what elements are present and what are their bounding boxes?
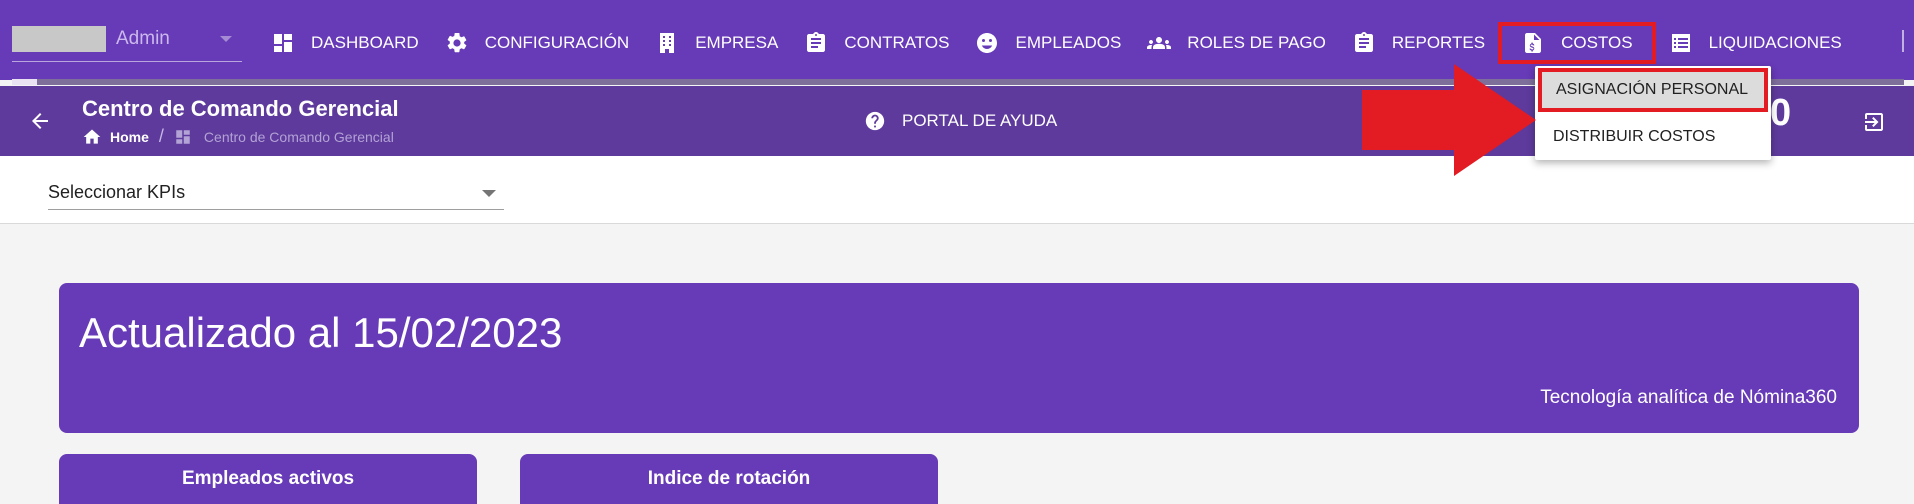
- kpi-select-value: Seleccionar KPIs: [48, 182, 186, 202]
- user-selector[interactable]: Admin: [12, 22, 242, 62]
- kpi-card-indice-rotacion: Indice de rotación: [520, 454, 938, 504]
- breadcrumb-home[interactable]: Home: [82, 127, 149, 147]
- breadcrumb-home-label: Home: [110, 128, 149, 145]
- logout-icon[interactable]: [1862, 110, 1886, 134]
- costos-dropdown-menu: Asignación personal Distribuir costos: [1535, 66, 1771, 160]
- nav-item-configuracion[interactable]: Configuración: [432, 22, 643, 64]
- partial-counter-value: 0: [1770, 92, 1792, 134]
- nav-item-label: Empleados: [1015, 33, 1122, 52]
- chevron-down-icon: [220, 36, 232, 42]
- dashboard-icon: [274, 34, 292, 52]
- main-nav: Dashboard Configuración Empresa Contrato…: [258, 22, 1855, 64]
- nav-item-label: Dashboard: [311, 33, 419, 52]
- clipboard-icon: [1354, 32, 1373, 52]
- kpi-toolbar: Seleccionar KPIs: [0, 156, 1914, 224]
- building-icon: [660, 33, 675, 53]
- breadcrumb: Home / Centro de Comando Gerencial: [82, 126, 394, 147]
- nav-item-empresa[interactable]: Empresa: [642, 22, 791, 64]
- nav-item-liquidaciones[interactable]: Liquidaciones: [1656, 22, 1855, 64]
- dashboard-icon: [176, 129, 190, 144]
- menu-item-asignacion-personal[interactable]: Asignación personal: [1538, 68, 1768, 112]
- page-title: Centro de Comando Gerencial: [82, 96, 399, 121]
- chevron-down-icon: [482, 190, 496, 197]
- user-avatar: [12, 26, 106, 52]
- nav-item-contratos[interactable]: Contratos: [791, 22, 962, 64]
- kpi-card-empleados-activos: Empleados activos: [59, 454, 477, 504]
- kpi-select[interactable]: Seleccionar KPIs: [48, 170, 504, 210]
- banner-subtitle: Tecnología analítica de Nómina360: [1540, 387, 1837, 408]
- help-portal-link[interactable]: Portal de ayuda: [864, 110, 1057, 132]
- red-arrow-annotation: [1362, 64, 1536, 176]
- nav-item-label: Contratos: [844, 33, 950, 52]
- home-icon: [83, 129, 101, 144]
- nav-item-label: Reportes: [1391, 33, 1486, 52]
- nav-item-label: Liquidaciones: [1708, 33, 1842, 52]
- progress-fill: [12, 79, 37, 85]
- help-portal-label: Portal de ayuda: [902, 111, 1058, 130]
- cost-file-icon: [1525, 33, 1542, 53]
- breadcrumb-current: Centro de Comando Gerencial: [174, 128, 394, 146]
- breadcrumb-current-label: Centro de Comando Gerencial: [203, 128, 394, 145]
- gear-icon: [447, 32, 467, 53]
- nav-item-costos[interactable]: Costos: [1498, 22, 1656, 64]
- nav-item-label: Empresa: [695, 33, 779, 52]
- help-circle-icon: [865, 111, 885, 131]
- nav-item-empleados[interactable]: Empleados: [962, 22, 1134, 64]
- back-arrow-icon[interactable]: [28, 109, 52, 133]
- user-name: Admin: [116, 28, 170, 49]
- breadcrumb-separator: /: [158, 126, 164, 146]
- nav-item-dashboard[interactable]: Dashboard: [258, 22, 432, 64]
- nav-item-label: Configuración: [484, 33, 630, 52]
- update-banner: Actualizado al 15/02/2023 Tecnología ana…: [59, 283, 1859, 433]
- kpi-card-title: Indice de rotación: [647, 468, 811, 489]
- face-icon: [977, 33, 998, 53]
- menu-item-distribuir-costos[interactable]: Distribuir costos: [1535, 115, 1771, 159]
- clipboard-icon: [807, 32, 826, 52]
- nav-item-reportes[interactable]: Reportes: [1339, 22, 1498, 64]
- nav-edge-divider: [1902, 30, 1904, 52]
- banner-title: Actualizado al 15/02/2023: [79, 309, 563, 356]
- kpi-card-title: Empleados activos: [181, 468, 355, 489]
- list-icon: [1671, 34, 1690, 52]
- nav-item-roles-de-pago[interactable]: Roles de pago: [1134, 22, 1339, 64]
- nav-item-label: Roles de pago: [1187, 33, 1326, 52]
- nav-item-label: Costos: [1561, 33, 1633, 52]
- people-icon: [1147, 37, 1172, 49]
